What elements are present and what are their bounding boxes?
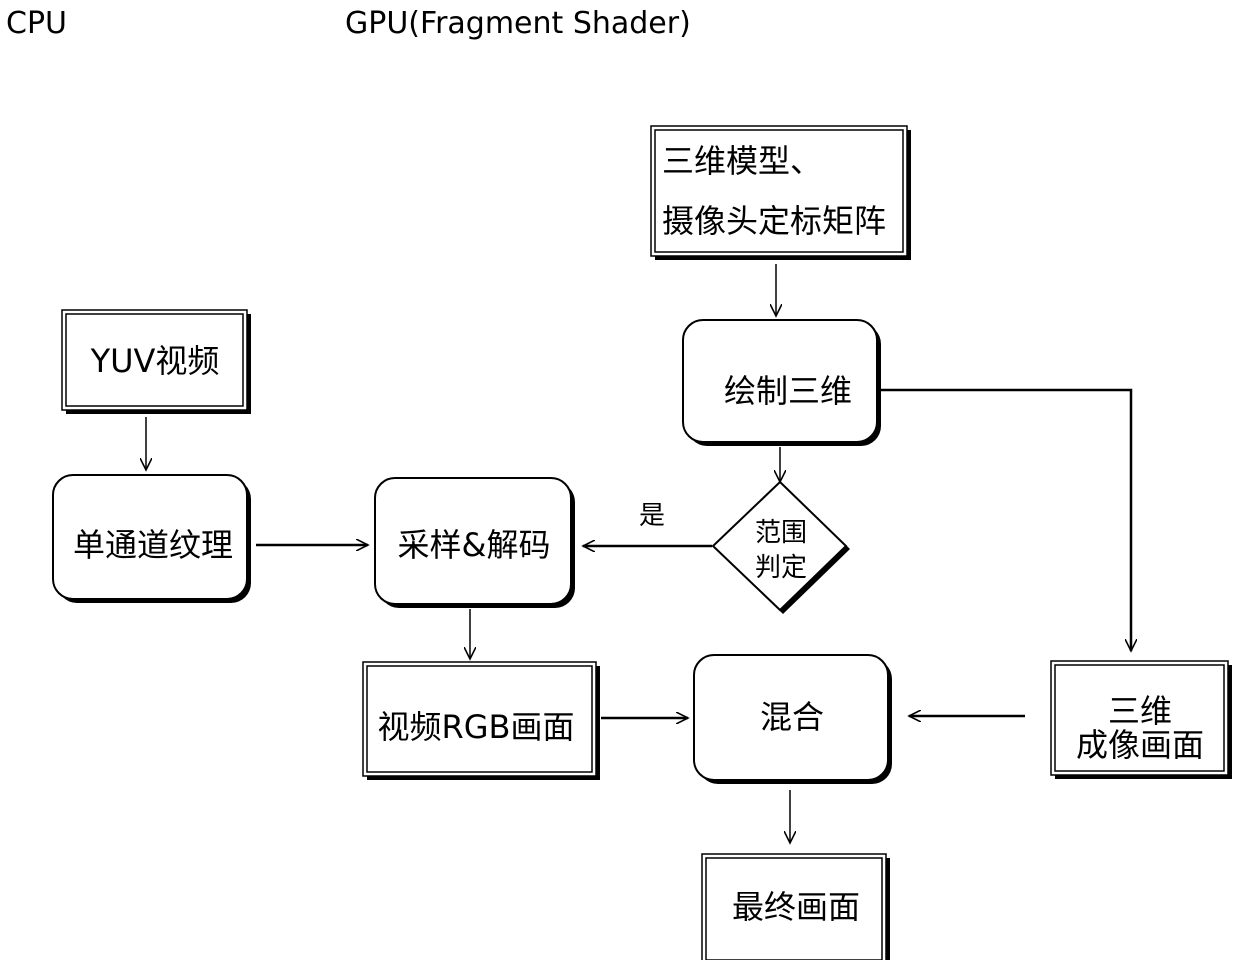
node-model-matrix-line1: 三维模型、 xyxy=(662,142,822,180)
node-yuv-video-label: YUV视频 xyxy=(90,342,220,380)
node-sample-decode: 采样&解码 xyxy=(374,477,575,608)
node-render-3d-image: 三维 成像画面 xyxy=(1050,660,1232,779)
node-blend: 混合 xyxy=(693,654,892,784)
flowchart: 是 三维模型、 摄像头定标矩阵 YUV视频 绘制三维 单通道纹理 采样&解码 范… xyxy=(52,125,1232,960)
node-video-rgb-label: 视频RGB画面 xyxy=(378,708,575,746)
node-blend-label: 混合 xyxy=(760,698,824,736)
node-video-rgb: 视频RGB画面 xyxy=(362,661,600,780)
node-single-channel-texture: 单通道纹理 xyxy=(52,474,251,603)
node-model-matrix: 三维模型、 摄像头定标矩阵 xyxy=(650,125,911,260)
node-range-check: 范围 判定 xyxy=(711,480,850,614)
node-final-image-label: 最终画面 xyxy=(732,888,860,926)
node-sample-decode-label: 采样&解码 xyxy=(398,526,551,564)
node-render-3d-image-line2: 成像画面 xyxy=(1076,726,1204,764)
node-draw-3d: 绘制三维 xyxy=(682,319,881,446)
node-yuv-video: YUV视频 xyxy=(61,309,251,414)
node-range-check-line1: 范围 xyxy=(755,518,807,548)
node-model-matrix-line2: 摄像头定标矩阵 xyxy=(662,202,886,240)
node-draw-3d-label: 绘制三维 xyxy=(724,372,852,410)
node-final-image: 最终画面 xyxy=(701,853,890,960)
edge-draw-to-3d-image xyxy=(881,388,1131,651)
node-texture-label: 单通道纹理 xyxy=(73,526,233,564)
node-render-3d-image-line1: 三维 xyxy=(1108,692,1172,730)
edge-label-yes: 是 xyxy=(639,501,665,531)
node-range-check-line2: 判定 xyxy=(755,553,807,583)
